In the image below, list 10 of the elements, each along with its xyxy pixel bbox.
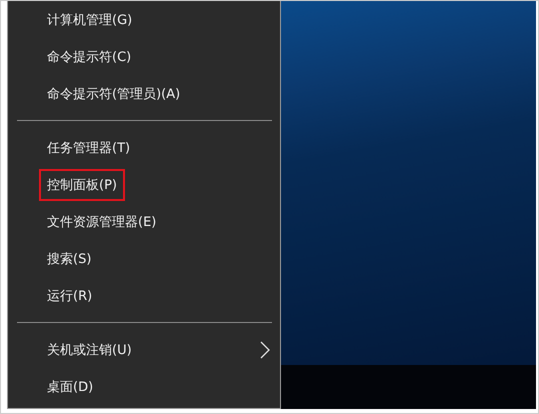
menu-item[interactable]: 关机或注销(U) [39,334,140,366]
menu-item[interactable]: 命令提示符(管理员)(A) [39,78,188,110]
menu-item[interactable]: 计算机管理(G) [39,4,140,36]
menu-item[interactable]: 控制面板(P) [39,168,125,200]
menu-item[interactable]: 桌面(D) [39,370,102,402]
menu-item[interactable]: 任务管理器(T) [39,132,138,164]
menu-item[interactable]: 文件资源管理器(E) [39,206,164,238]
menu-item[interactable]: 搜索(S) [39,242,100,274]
menu-item[interactable]: 命令提示符(C) [39,40,140,72]
menu-item[interactable]: 运行(R) [39,280,100,312]
